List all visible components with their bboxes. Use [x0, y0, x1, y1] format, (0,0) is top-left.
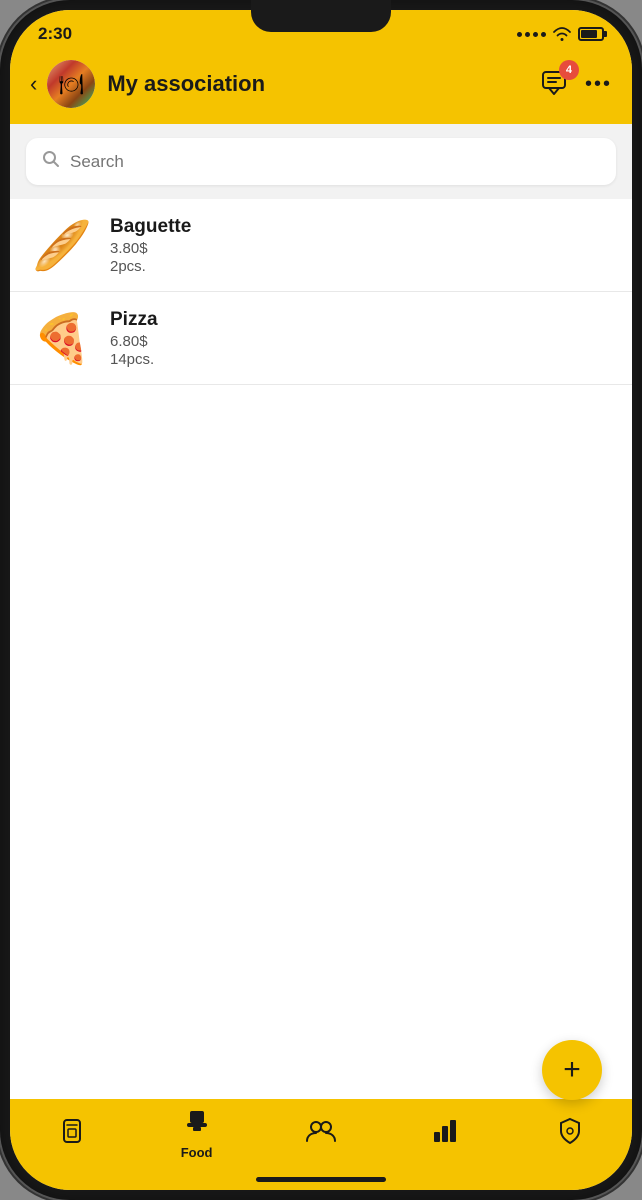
more-button[interactable]: •••	[585, 73, 612, 96]
chart-icon	[431, 1118, 459, 1151]
item-quantity: 14pcs.	[110, 351, 158, 368]
nav-item-people[interactable]	[291, 1119, 351, 1150]
avatar: 🍽	[47, 60, 95, 108]
phone-frame: 2:30 ‹ 🍽 My association	[0, 0, 642, 1200]
avatar-image: 🍽	[47, 60, 95, 108]
item-price: 3.80$	[110, 240, 191, 257]
item-price: 6.80$	[110, 333, 158, 350]
back-button[interactable]: ‹	[30, 71, 37, 97]
drink-icon	[59, 1117, 85, 1152]
item-name: Pizza	[110, 309, 158, 331]
people-icon	[305, 1119, 337, 1150]
item-quantity: 2pcs.	[110, 258, 191, 275]
items-list: 🥖 Baguette 3.80$ 2pcs. 🍕 Pizza 6	[10, 199, 632, 1099]
pizza-icon: 🍕	[32, 310, 92, 367]
item-image-baguette: 🥖	[30, 213, 94, 277]
nav-item-shield[interactable]	[540, 1117, 600, 1152]
notification-badge: 4	[559, 60, 579, 80]
notch	[251, 0, 391, 32]
item-info-pizza: Pizza 6.80$ 14pcs.	[110, 309, 158, 368]
list-item[interactable]: 🥖 Baguette 3.80$ 2pcs.	[10, 199, 632, 292]
status-time: 2:30	[38, 24, 72, 44]
status-icons	[517, 27, 604, 41]
food-icon	[183, 1109, 211, 1142]
notification-button[interactable]: 4	[541, 68, 571, 101]
header-actions: 4 •••	[541, 68, 612, 101]
shield-icon	[557, 1117, 583, 1152]
phone-screen: 2:30 ‹ 🍽 My association	[10, 10, 632, 1190]
content-area: 🥖 Baguette 3.80$ 2pcs. 🍕 Pizza 6	[10, 124, 632, 1099]
battery-icon	[578, 27, 604, 41]
item-image-pizza: 🍕	[30, 306, 94, 370]
item-name: Baguette	[110, 216, 191, 238]
search-input[interactable]	[70, 152, 600, 172]
search-bar[interactable]	[26, 138, 616, 185]
signal-icon	[517, 32, 546, 37]
page-title: My association	[107, 71, 541, 97]
nav-item-drink[interactable]	[42, 1117, 102, 1152]
home-indicator	[256, 1177, 386, 1182]
search-icon	[42, 150, 60, 173]
header: ‹ 🍽 My association 4 •••	[10, 50, 632, 124]
wifi-icon	[552, 27, 572, 41]
search-container	[10, 124, 632, 199]
nav-item-chart[interactable]	[415, 1118, 475, 1151]
item-info-baguette: Baguette 3.80$ 2pcs.	[110, 216, 191, 275]
add-button[interactable]: +	[542, 1040, 602, 1100]
baguette-icon: 🥖	[32, 217, 92, 274]
nav-item-food[interactable]: Food	[167, 1109, 227, 1160]
list-item[interactable]: 🍕 Pizza 6.80$ 14pcs.	[10, 292, 632, 385]
nav-food-label: Food	[181, 1145, 213, 1160]
